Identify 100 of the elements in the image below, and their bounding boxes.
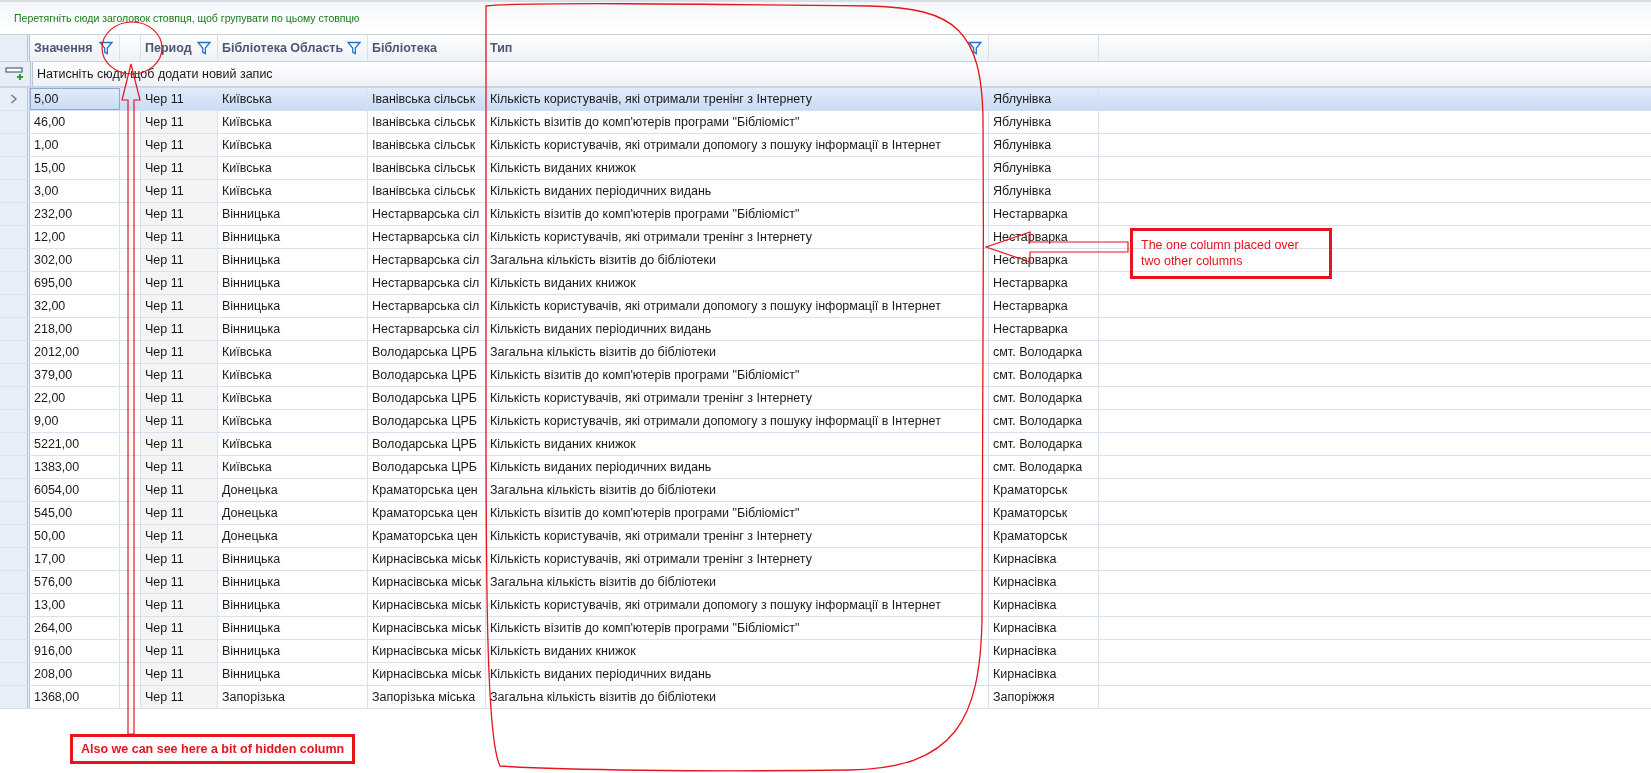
table-row[interactable]: 5,00 Чер 11 Київська Іванівська сільськ Кількість користувачів, які отримали тренінг з Інтернету Яблунівка — [0, 88, 1651, 111]
row-header[interactable] — [0, 111, 30, 133]
filter-icon[interactable] — [347, 41, 361, 55]
table-cell: Володарська ЦРБ — [372, 460, 478, 474]
row-header[interactable] — [0, 686, 30, 708]
table-row[interactable]: 218,00 Чер 11 Вінницька Нестарварська сіл Кількість виданих періодичних видань Нестарварка — [0, 318, 1651, 341]
table-cell: Вінницька — [222, 253, 281, 267]
row-header[interactable] — [0, 410, 30, 432]
row-header[interactable] — [0, 88, 30, 110]
table-cell: 32,00 — [34, 299, 66, 313]
table-row[interactable]: 22,00 Чер 11 Київська Володарська ЦРБ Кількість користувачів, які отримали тренінг з Інтернету смт. Володарка — [0, 387, 1651, 410]
row-header[interactable] — [0, 272, 30, 294]
table-cell: Кирнасівська міськ — [372, 644, 482, 658]
table-row[interactable]: 695,00 Чер 11 Вінницька Нестарварська сіл Кількість виданих книжок Нестарварка — [0, 272, 1651, 295]
current-row-chevron-icon — [9, 94, 18, 104]
table-row[interactable]: 379,00 Чер 11 Київська Володарська ЦРБ Кількість візитів до комп'ютерів програми "Бібліоміст" смт. Володарка — [0, 364, 1651, 387]
table-cell: Чер 11 — [145, 621, 184, 635]
table-cell: Кирнасівська міськ — [372, 667, 482, 681]
row-header[interactable] — [0, 295, 30, 317]
table-cell: Донецька — [222, 506, 278, 520]
table-cell: Запоріжжя — [993, 690, 1055, 704]
table-row[interactable]: 9,00 Чер 11 Київська Володарська ЦРБ Кількість користувачів, які отримали допомогу з пошуку інформації в Інтернет смт. Володарка — [0, 410, 1651, 433]
table-cell: 9,00 — [34, 414, 59, 428]
table-cell: Кількість виданих періодичних видань — [490, 667, 712, 681]
table-row[interactable]: 32,00 Чер 11 Вінницька Нестарварська сіл Кількість користувачів, які отримали допомогу з пошуку інформації в Інтернет Нестарварка — [0, 295, 1651, 318]
filter-icon[interactable] — [968, 41, 982, 55]
table-row[interactable]: 46,00 Чер 11 Київська Іванівська сільськ Кількість візитів до комп'ютерів програми "Бібліоміст" Яблунівка — [0, 111, 1651, 134]
table-cell: 379,00 — [34, 368, 73, 382]
table-cell: 916,00 — [34, 644, 73, 658]
row-header[interactable] — [0, 456, 30, 478]
row-header[interactable] — [0, 364, 30, 386]
row-header[interactable] — [0, 617, 30, 639]
add-row-icon[interactable] — [5, 67, 25, 81]
table-cell: Вінницька — [222, 276, 281, 290]
table-row[interactable]: 916,00 Чер 11 Вінницька Кирнасівська міськ Кількість виданих книжок Кирнасівка — [0, 640, 1651, 663]
row-header[interactable] — [0, 640, 30, 662]
table-cell: Чер 11 — [145, 529, 184, 543]
column-header[interactable]: Значення — [30, 35, 120, 61]
table-row[interactable]: 1,00 Чер 11 Київська Іванівська сільськ Кількість користувачів, які отримали допомогу з пошуку інформації в Інтернет Яблунівка — [0, 134, 1651, 157]
table-cell: Кількість виданих періодичних видань — [490, 184, 712, 198]
table-cell: смт. Володарка — [993, 437, 1083, 451]
row-header[interactable] — [0, 249, 30, 271]
row-header[interactable] — [0, 203, 30, 225]
table-cell: Кількість візитів до комп'ютерів програми "Бібліоміст" — [490, 621, 800, 635]
table-row[interactable]: 264,00 Чер 11 Вінницька Кирнасівська міськ Кількість візитів до комп'ютерів програми "Бібліоміст" Кирнасівка — [0, 617, 1651, 640]
row-header[interactable] — [0, 341, 30, 363]
table-row[interactable]: 2012,00 Чер 11 Київська Володарська ЦРБ Загальна кількість візитів до бібліотеки смт. Володарка — [0, 341, 1651, 364]
row-header[interactable] — [0, 548, 30, 570]
row-header[interactable] — [0, 594, 30, 616]
table-cell: 3,00 — [34, 184, 59, 198]
column-header[interactable]: Бібліотека — [368, 35, 486, 61]
row-header[interactable] — [0, 479, 30, 501]
table-cell: Кількість виданих періодичних видань — [490, 322, 712, 336]
table-row[interactable]: 50,00 Чер 11 Донецька Краматорська цен Кількість користувачів, які отримали тренінг з Інтернету Краматорськ — [0, 525, 1651, 548]
table-cell: смт. Володарка — [993, 368, 1083, 382]
row-header[interactable] — [0, 525, 30, 547]
table-cell: Кирнасівка — [993, 575, 1057, 589]
row-header[interactable] — [0, 663, 30, 685]
row-header[interactable] — [0, 502, 30, 524]
row-header[interactable] — [0, 157, 30, 179]
table-row[interactable]: 17,00 Чер 11 Вінницька Кирнасівська міськ Кількість користувачів, які отримали тренінг з Інтернету Кирнасівка — [0, 548, 1651, 571]
table-cell: Вінницька — [222, 230, 281, 244]
table-row[interactable]: 208,00 Чер 11 Вінницька Кирнасівська міськ Кількість виданих періодичних видань Кирнасівка — [0, 663, 1651, 686]
row-header[interactable] — [0, 134, 30, 156]
table-cell: Вінницька — [222, 667, 281, 681]
table-row[interactable]: 1368,00 Чер 11 Запорізька Запорізька міська Загальна кількість візитів до бібліотеки Запоріжжя — [0, 686, 1651, 709]
filter-icon[interactable] — [197, 41, 211, 55]
table-cell: Чер 11 — [145, 598, 184, 612]
row-header[interactable] — [0, 226, 30, 248]
table-cell: Київська — [222, 414, 272, 428]
row-header[interactable] — [0, 62, 33, 86]
table-cell: Кількість візитів до комп'ютерів програми "Бібліоміст" — [490, 207, 800, 221]
table-cell: смт. Володарка — [993, 345, 1083, 359]
table-cell: Чер 11 — [145, 299, 184, 313]
row-header[interactable] — [0, 433, 30, 455]
table-cell: Яблунівка — [993, 184, 1052, 198]
table-row[interactable]: 232,00 Чер 11 Вінницька Нестарварська сіл Кількість візитів до комп'ютерів програми "Бібліоміст" Нестарварка — [0, 203, 1651, 226]
table-row[interactable]: 5221,00 Чер 11 Київська Володарська ЦРБ Кількість виданих книжок смт. Володарка — [0, 433, 1651, 456]
table-cell: Київська — [222, 115, 272, 129]
table-cell: Чер 11 — [145, 253, 184, 267]
table-cell: 545,00 — [34, 506, 73, 520]
table-row[interactable]: 545,00 Чер 11 Донецька Краматорська цен Кількість візитів до комп'ютерів програми "Бібліоміст" Краматорськ — [0, 502, 1651, 525]
table-row[interactable]: 576,00 Чер 11 Вінницька Кирнасівська міськ Загальна кількість візитів до бібліотеки Кирнасівка — [0, 571, 1651, 594]
table-cell: Кирнасівська міськ — [372, 621, 482, 635]
column-header[interactable]: Тип — [486, 35, 989, 61]
table-row[interactable]: 3,00 Чер 11 Київська Іванівська сільськ Кількість виданих періодичних видань Яблунівка — [0, 180, 1651, 203]
table-row[interactable]: 15,00 Чер 11 Київська Іванівська сільськ Кількість виданих книжок Яблунівка — [0, 157, 1651, 180]
table-cell: 576,00 — [34, 575, 73, 589]
row-header[interactable] — [0, 387, 30, 409]
table-cell: Нестарварка — [993, 299, 1068, 313]
row-header[interactable] — [0, 180, 30, 202]
row-header[interactable] — [0, 571, 30, 593]
row-header[interactable] — [0, 318, 30, 340]
table-row[interactable]: 1383,00 Чер 11 Київська Володарська ЦРБ Кількість виданих періодичних видань смт. Володарка — [0, 456, 1651, 479]
filter-icon[interactable] — [99, 41, 113, 55]
table-cell: Кількість користувачів, які отримали тренінг з Інтернету — [490, 529, 812, 543]
table-cell: Загальна кількість візитів до бібліотеки — [490, 690, 716, 704]
table-row[interactable]: 6054,00 Чер 11 Донецька Краматорська цен Загальна кількість візитів до бібліотеки Краматорськ — [0, 479, 1651, 502]
column-header[interactable]: Бібліотека Область — [218, 35, 368, 61]
table-row[interactable]: 13,00 Чер 11 Вінницька Кирнасівська міськ Кількість користувачів, які отримали допомогу з пошуку інформації в Інтернет Кирнасівка — [0, 594, 1651, 617]
